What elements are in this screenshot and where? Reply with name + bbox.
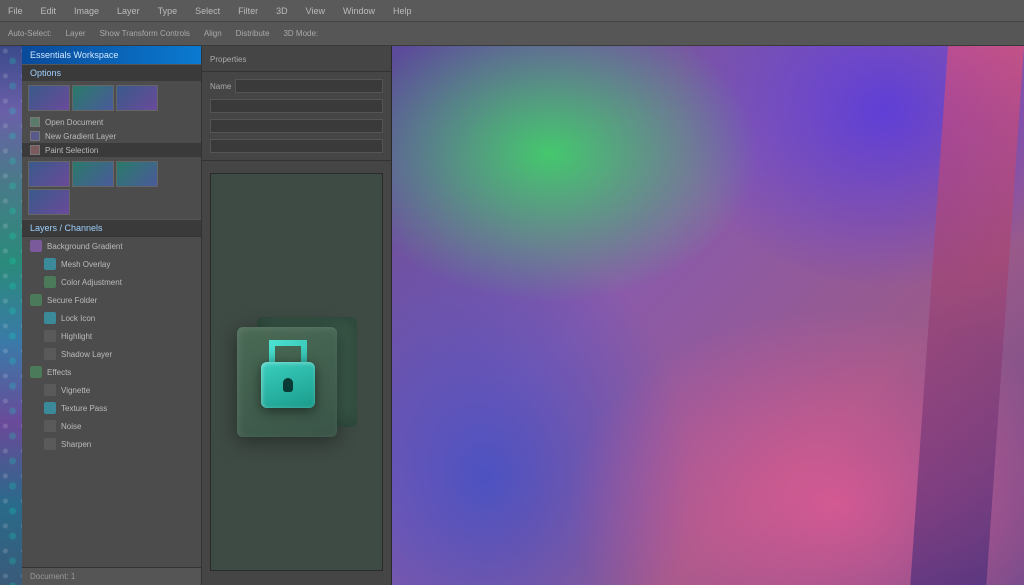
menubar: File Edit Image Layer Type Select Filter…: [0, 0, 1024, 22]
layer-icon: [44, 402, 56, 414]
layer-row[interactable]: Highlight: [22, 327, 201, 345]
property-input[interactable]: [210, 99, 383, 113]
menu-3d[interactable]: 3D: [276, 6, 288, 16]
layer-label: Shadow Layer: [61, 350, 112, 359]
square-icon: [30, 117, 40, 127]
layer-row[interactable]: Background Gradient: [22, 237, 201, 255]
history-item[interactable]: New Gradient Layer: [22, 129, 201, 143]
property-row: [202, 116, 391, 136]
layer-label: Background Gradient: [47, 242, 123, 251]
menu-type[interactable]: Type: [158, 6, 178, 16]
square-icon: [30, 145, 40, 155]
layer-icon: [44, 420, 56, 432]
property-input[interactable]: [235, 79, 383, 93]
thumbnail[interactable]: [72, 161, 114, 187]
layer-row[interactable]: Texture Pass: [22, 399, 201, 417]
option-3d-mode[interactable]: 3D Mode:: [283, 29, 318, 38]
layer-row[interactable]: Color Adjustment: [22, 273, 201, 291]
layer-icon: [44, 384, 56, 396]
lock-keyhole-icon: [283, 378, 293, 392]
option-auto-select[interactable]: Auto-Select:: [8, 29, 52, 38]
menu-edit[interactable]: Edit: [41, 6, 57, 16]
layer-label: Vignette: [61, 386, 90, 395]
thumbnail[interactable]: [116, 161, 158, 187]
preset-thumbnails: [22, 157, 201, 219]
property-input[interactable]: [210, 139, 383, 153]
folder-icon: [30, 366, 42, 378]
menu-file[interactable]: File: [8, 6, 23, 16]
swatch-thumbnails: [22, 81, 201, 115]
layers-panel[interactable]: Background Gradient Mesh Overlay Color A…: [22, 236, 201, 567]
menu-filter[interactable]: Filter: [238, 6, 258, 16]
property-row: [202, 136, 391, 156]
layer-row[interactable]: Effects: [22, 363, 201, 381]
panel-tab-options[interactable]: Options: [22, 64, 201, 81]
layer-row[interactable]: Secure Folder: [22, 291, 201, 309]
property-label: Name: [210, 82, 231, 91]
panel-tab-properties[interactable]: Properties: [202, 52, 391, 67]
property-row: [202, 96, 391, 116]
layer-row[interactable]: Shadow Layer: [22, 345, 201, 363]
layer-label: Texture Pass: [61, 404, 107, 413]
brush-preview-strip: [0, 46, 22, 585]
layer-icon: [44, 258, 56, 270]
workspace-header[interactable]: Essentials Workspace: [22, 46, 201, 64]
layer-label: Secure Folder: [47, 296, 97, 305]
history-item[interactable]: Paint Selection: [22, 143, 201, 157]
layer-label: Noise: [61, 422, 81, 431]
property-input[interactable]: [210, 119, 383, 133]
layer-label: Color Adjustment: [61, 278, 122, 287]
menu-select[interactable]: Select: [195, 6, 220, 16]
history-item[interactable]: Open Document: [22, 115, 201, 129]
history-label: New Gradient Layer: [45, 132, 116, 141]
thumbnail[interactable]: [72, 85, 114, 111]
layer-row[interactable]: Mesh Overlay: [22, 255, 201, 273]
history-label: Paint Selection: [45, 146, 98, 155]
layer-row[interactable]: Lock Icon: [22, 309, 201, 327]
square-icon: [30, 131, 40, 141]
divider: [202, 71, 391, 72]
properties-panel: Properties Name: [202, 46, 392, 585]
option-align[interactable]: Align: [204, 29, 222, 38]
optionbar: Auto-Select: Layer Show Transform Contro…: [0, 22, 1024, 46]
layer-label: Mesh Overlay: [61, 260, 110, 269]
layer-icon: [44, 330, 56, 342]
layer-icon: [44, 438, 56, 450]
left-panel-stack: Essentials Workspace Options Open Docume…: [22, 46, 202, 585]
menu-window[interactable]: Window: [343, 6, 375, 16]
layer-icon: [30, 240, 42, 252]
menu-image[interactable]: Image: [74, 6, 99, 16]
folder-icon: [30, 294, 42, 306]
menu-view[interactable]: View: [306, 6, 325, 16]
layer-label: Lock Icon: [61, 314, 95, 323]
canvas[interactable]: [392, 46, 1024, 585]
property-row: Name: [202, 76, 391, 96]
layer-icon: [44, 276, 56, 288]
panel-tab-layers[interactable]: Layers / Channels: [22, 219, 201, 236]
divider: [202, 160, 391, 161]
option-transform[interactable]: Show Transform Controls: [100, 29, 190, 38]
thumbnail[interactable]: [28, 161, 70, 187]
layer-row[interactable]: Vignette: [22, 381, 201, 399]
menu-help[interactable]: Help: [393, 6, 412, 16]
status-bar: Document: 1: [22, 567, 201, 585]
menu-layer[interactable]: Layer: [117, 6, 140, 16]
lock-folder-graphic: [237, 302, 357, 442]
layer-label: Highlight: [61, 332, 92, 341]
thumbnail[interactable]: [28, 85, 70, 111]
option-layer-dropdown[interactable]: Layer: [66, 29, 86, 38]
layer-row[interactable]: Sharpen: [22, 435, 201, 453]
layer-label: Effects: [47, 368, 71, 377]
thumbnail[interactable]: [28, 189, 70, 215]
canvas-area: Untitled-1 @ 66.7% (RGB/8): [392, 46, 1024, 585]
layer-icon: [44, 312, 56, 324]
layer-icon: [44, 348, 56, 360]
layer-row[interactable]: Noise: [22, 417, 201, 435]
history-label: Open Document: [45, 118, 103, 127]
asset-preview: [210, 173, 383, 571]
thumbnail[interactable]: [116, 85, 158, 111]
option-distribute[interactable]: Distribute: [236, 29, 270, 38]
layer-label: Sharpen: [61, 440, 91, 449]
